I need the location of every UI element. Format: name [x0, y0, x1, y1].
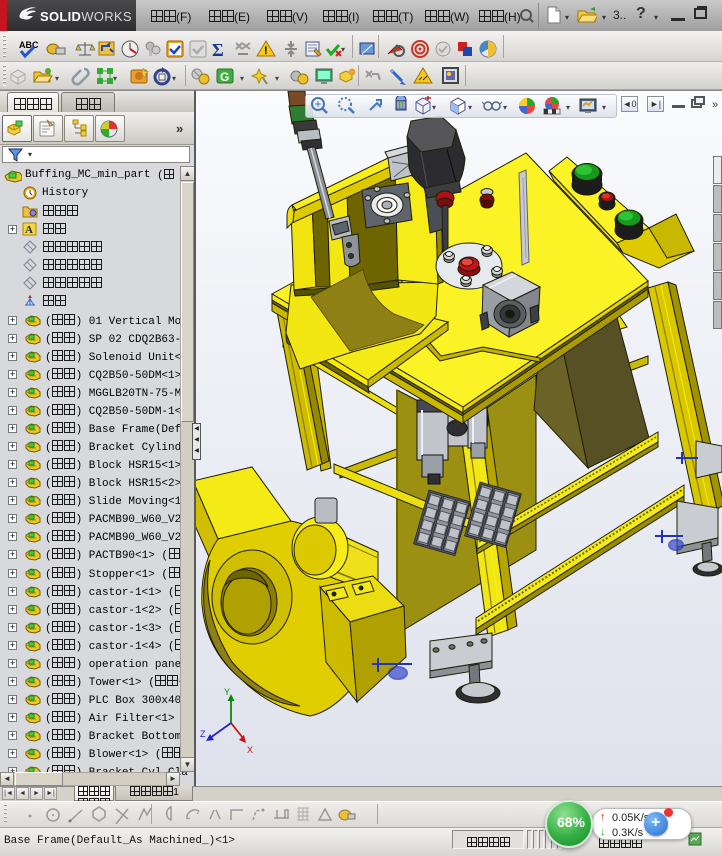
svg-text:Σ: Σ	[212, 40, 224, 59]
svg-text:X: X	[247, 745, 253, 755]
svg-text:Y: Y	[224, 687, 230, 697]
svg-text:!: !	[264, 45, 268, 57]
svg-text:G: G	[220, 70, 229, 84]
svg-text:A: A	[25, 224, 33, 236]
svg-text:ABC: ABC	[19, 40, 38, 50]
svg-text:SOLIDWORKS: SOLIDWORKS	[40, 9, 132, 24]
svg-text:Z: Z	[200, 729, 206, 739]
